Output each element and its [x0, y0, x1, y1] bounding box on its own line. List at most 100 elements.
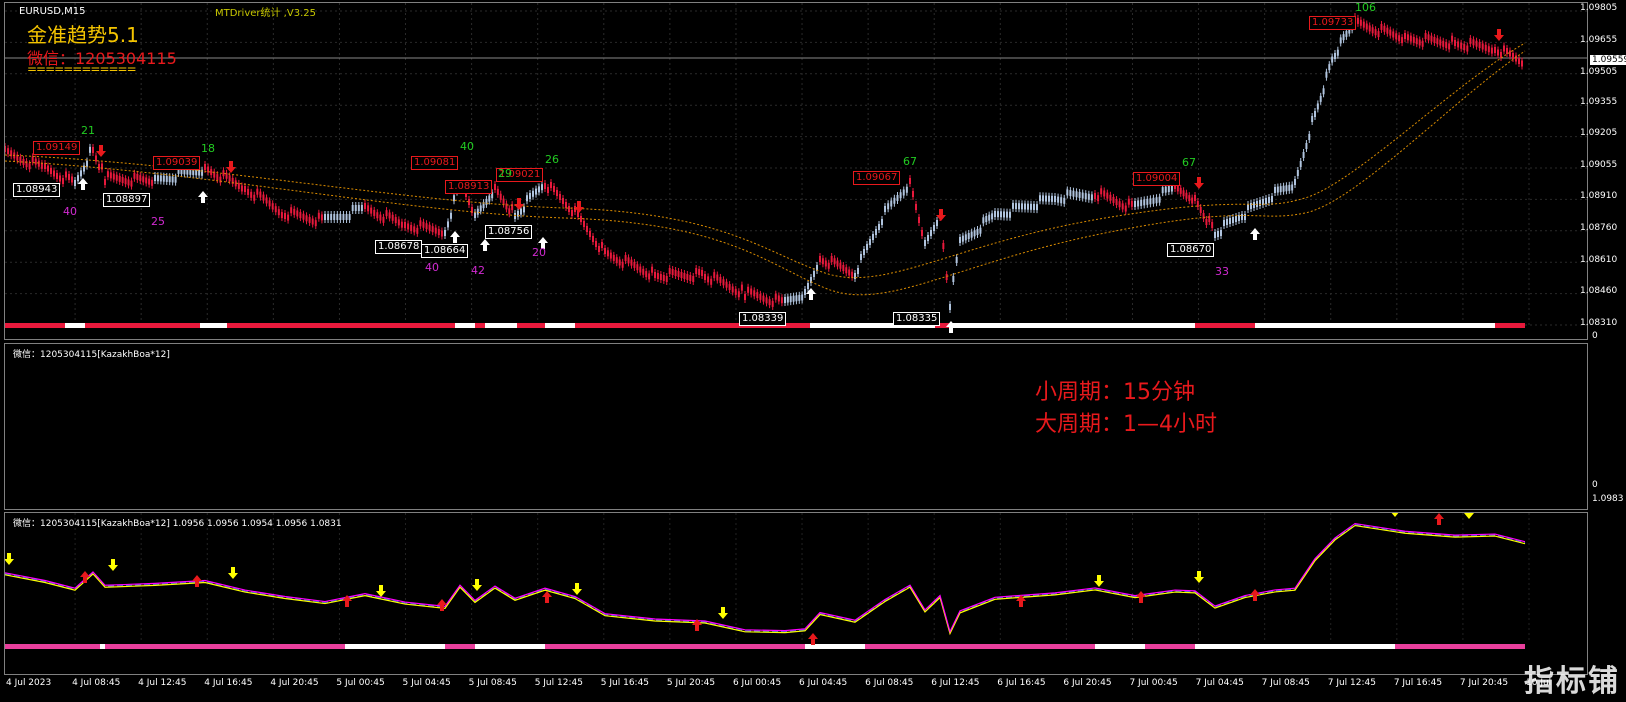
candle-body [1259, 200, 1261, 206]
buy-arrow-icon [198, 191, 208, 203]
candle-body [404, 222, 406, 228]
candle-body [287, 214, 290, 221]
candle-body [302, 213, 305, 220]
candle-body [1202, 213, 1205, 219]
candle-body [360, 205, 363, 211]
candle-body [1509, 50, 1511, 57]
candle-body [1472, 39, 1475, 46]
candle-body [1439, 39, 1442, 46]
candle-body [1124, 205, 1127, 212]
candle-body [1006, 211, 1008, 218]
candle-body [734, 288, 737, 295]
candle-body [370, 207, 373, 214]
indicator-1-axis-bottom: 0 [1592, 480, 1598, 490]
candle-body [1149, 198, 1152, 205]
indicator-title: 金准趋势5.1 [27, 23, 139, 47]
time-tick: 6 Jul 20:45 [1063, 678, 1112, 688]
price-label-white: 1.08756 [485, 225, 533, 239]
candle-body [133, 172, 136, 179]
price-chart-pane[interactable]: EURUSD,M15 MTDriver统计 ,V3.25 金准趋势5.1 微信：… [4, 2, 1588, 340]
red-up-arrow-icon [437, 599, 447, 611]
price-label-white: 1.08664 [421, 244, 469, 258]
candle-body [1185, 192, 1188, 199]
current-price-marker: 1.09559 [1590, 55, 1626, 65]
price-label-red: 1.09039 [153, 156, 201, 170]
candle-body [918, 217, 920, 223]
candle-body [50, 168, 52, 174]
candle-body [618, 259, 621, 266]
candle-body [586, 226, 588, 232]
candle-body [62, 178, 64, 184]
candle-body [1036, 204, 1038, 211]
candle-body [1421, 40, 1424, 47]
candle-body [674, 270, 677, 276]
candle-body [339, 214, 342, 220]
candle-body [479, 205, 482, 212]
candle-body [1374, 29, 1377, 36]
time-tick: 7 Jul 00:45 [1129, 678, 1178, 688]
candle-body [1521, 60, 1523, 67]
trend-bar-segment [517, 323, 545, 328]
candle-body [1042, 195, 1044, 202]
candle-body [165, 175, 168, 182]
candle-body [863, 249, 865, 255]
candle-body [1018, 203, 1020, 210]
candle-body [1170, 185, 1173, 192]
candle-body [526, 195, 528, 202]
trend-bar-segment [1255, 323, 1495, 328]
trend-bar-segment [475, 644, 545, 649]
candle-body [824, 260, 827, 267]
candle-body [74, 180, 76, 186]
candle-body [535, 188, 537, 195]
candle-body [571, 210, 573, 216]
price-label-red: 1.09081 [411, 156, 459, 170]
red-up-arrow-icon [80, 571, 90, 583]
candle-body [376, 212, 379, 219]
candle-body [514, 213, 516, 219]
candle-body [98, 164, 100, 170]
candle-body [154, 175, 156, 181]
candle-body [624, 255, 627, 262]
candle-body [1140, 199, 1143, 206]
candle-body [784, 297, 786, 303]
candle-body [274, 206, 277, 213]
candle-body [139, 175, 142, 182]
price-tick: 1.09655 [1580, 35, 1618, 45]
candle-body [68, 174, 70, 180]
price-label-white: 1.08678 [375, 240, 423, 254]
candle-body [354, 205, 357, 211]
candle-body [364, 203, 366, 209]
candle-body [1103, 190, 1106, 197]
candle-body [1121, 203, 1124, 210]
indicator-pane-1[interactable]: 微信：1205304115[KazakhBoa*12] 小周期：15分钟 大周期… [4, 343, 1588, 510]
candle-body [1463, 44, 1466, 51]
candle-body [1359, 19, 1362, 26]
count-magenta: 40 [63, 205, 77, 218]
candle-body [65, 171, 67, 178]
candle-body [1137, 200, 1140, 207]
candle-body [565, 202, 567, 208]
candle-body [538, 186, 540, 193]
candle-body [532, 190, 534, 197]
candle-body [83, 165, 85, 172]
candle-body [630, 259, 633, 266]
red-up-arrow-icon [1434, 513, 1444, 525]
candle-body [719, 276, 722, 283]
candle-body [280, 212, 283, 219]
candle-body [833, 258, 836, 265]
candle-body [1445, 42, 1448, 49]
candle-body [1106, 192, 1109, 199]
count-green: 29 [498, 167, 512, 180]
candle-body [523, 206, 525, 213]
candle-body [1054, 196, 1056, 202]
candle-body [136, 173, 139, 180]
symbol-label: EURUSD,M15 [19, 6, 86, 17]
trend-bar-segment [345, 644, 445, 649]
price-tick: 1.08460 [1580, 286, 1618, 296]
candle-body [7, 148, 10, 155]
candle-body [89, 146, 91, 153]
indicator-pane-2[interactable]: 微信：1205304115[KazakhBoa*12] 1.0956 1.095… [4, 512, 1588, 675]
candle-body [592, 236, 594, 242]
candle-body [1457, 41, 1460, 48]
candle-body [737, 291, 740, 298]
